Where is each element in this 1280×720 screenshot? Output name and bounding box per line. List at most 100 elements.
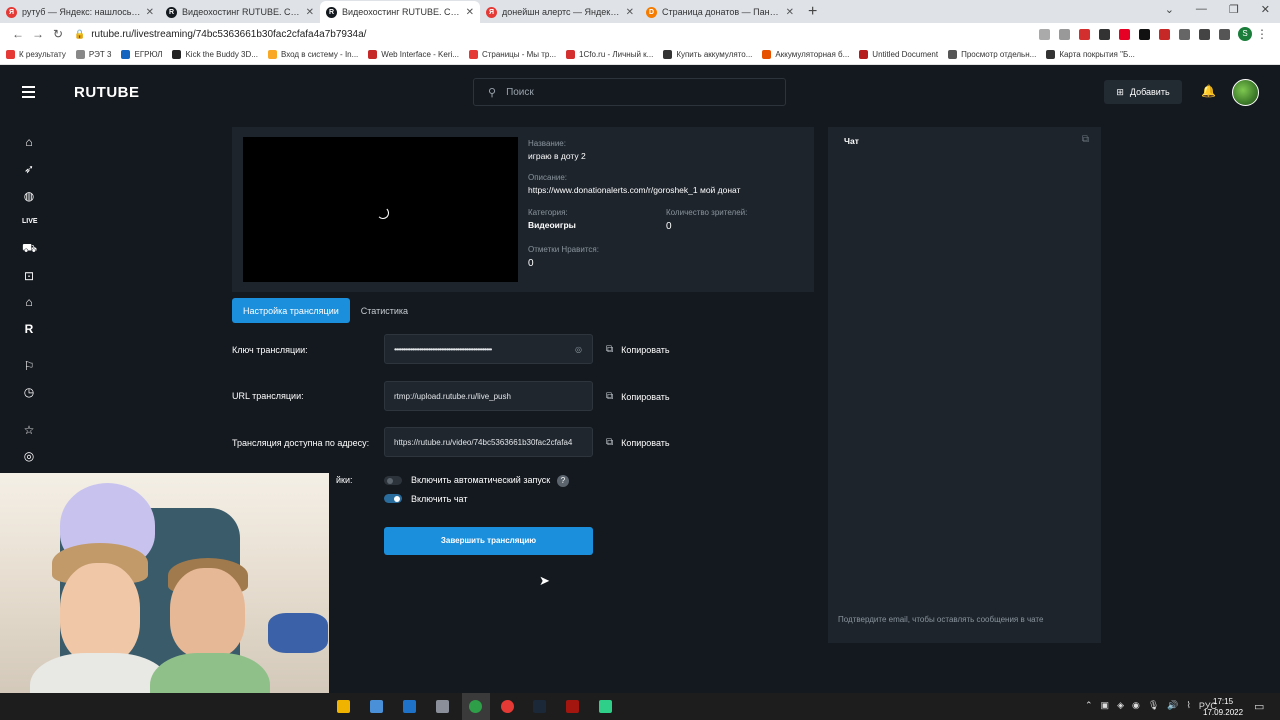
bookmark-item[interactable]: К результату [6,50,66,59]
favorites-star-icon[interactable]: ☆ [22,423,36,437]
menu-icon[interactable] [22,86,35,101]
notifications-icon[interactable]: 🔔 [1201,84,1216,98]
stream-key-field[interactable]: ••••••••••••••••••••••••••••••••••••••••… [384,334,593,364]
bookmark-item[interactable]: 1Cfo.ru - Личный к... [566,50,653,59]
chat-toggle[interactable] [384,494,402,503]
close-tab-icon[interactable]: ✕ [786,7,794,18]
minimize-icon[interactable]: — [1196,3,1207,16]
network-icon[interactable]: ⌇ [1187,700,1191,711]
tray-app-icon[interactable]: ▣ [1101,700,1110,711]
profile-avatar[interactable]: S [1238,27,1252,41]
share-icon[interactable] [1039,28,1050,40]
bookmark-item[interactable]: РЭТ 3 [75,50,112,59]
windows-taskbar: ⌃ ▣ ◈ ◉ 🎙 🔊 ⌇ РУС 17:15 17.09.2022 ▭ [0,693,1280,720]
reload-icon[interactable]: ↻ [48,27,68,41]
channels-icon[interactable]: ◎ [22,449,36,463]
browser-tab[interactable]: Ядонейшн алертс — Яндекс: нашлось ✕ [480,1,640,23]
copy-url-button[interactable]: ⧉ Копировать [606,391,670,402]
dota-icon[interactable] [566,700,579,713]
popout-icon[interactable]: ⧉ [1082,134,1089,145]
title-label: Название: [528,139,566,148]
bookmark-item[interactable]: Web Interface - Keri... [368,50,459,59]
volume-icon[interactable]: 🔊 [1167,700,1178,711]
new-tab-button[interactable]: + [808,1,817,23]
tab-statistics[interactable]: Статистика [350,298,419,323]
restore-icon[interactable]: ❐ [1229,3,1239,16]
sidepanel-icon[interactable] [1219,28,1230,40]
notifications-center-icon[interactable]: ▭ [1254,700,1264,713]
search-input[interactable]: ⚲ Поиск [473,78,786,106]
back-icon[interactable]: ← [8,27,28,41]
yandex-browser-icon[interactable] [501,700,514,713]
bookmark-item[interactable]: Карта покрытия "Б... [1046,50,1135,59]
globe-icon[interactable]: ◍ [22,189,36,203]
rutube-originals-icon[interactable]: R [22,322,36,336]
extension-grid-icon[interactable] [1099,28,1110,40]
tab-search-icon[interactable]: ⌄ [1165,3,1174,16]
bookmark-item[interactable]: Купить аккумулято... [663,50,752,59]
file-explorer-icon[interactable] [337,700,350,713]
user-avatar[interactable] [1232,79,1259,106]
url-field[interactable]: 🔒 rutube.ru/livestreaming/74bc5363661b30… [74,29,1039,40]
star-icon[interactable] [1059,28,1070,40]
mail-icon[interactable] [403,700,416,713]
end-stream-button[interactable]: Завершить трансляцию [384,527,593,555]
bookmark-item[interactable]: Просмотр отдельн... [948,50,1036,59]
discord-icon[interactable] [599,700,612,713]
close-tab-icon[interactable]: ✕ [626,7,634,18]
video-player[interactable] [243,137,518,282]
close-tab-icon[interactable]: ✕ [466,7,474,18]
extension-adblock-icon[interactable] [1079,28,1090,40]
extension-record-icon[interactable] [1159,28,1170,40]
tray-app-icon[interactable]: ◉ [1132,700,1140,711]
help-icon[interactable]: ? [557,475,569,487]
bookmark-item[interactable]: Вход в систему - In... [267,50,358,59]
close-tab-icon[interactable]: ✕ [306,7,314,18]
home-icon[interactable]: ⌂ [22,135,36,149]
browser-tab[interactable]: Ярутуб — Яндекс: нашлось 3 млн ✕ [0,1,160,23]
gamepad-icon[interactable]: ⊡ [22,269,36,283]
car-icon[interactable]: ⛟ [22,241,37,255]
bookmark-item[interactable]: ЕГРЮЛ [121,50,162,59]
bookmark-label: РЭТ 3 [88,50,112,59]
tab-settings[interactable]: Настройка трансляции [232,298,350,323]
bookmark-icon[interactable]: ⚐ [22,359,36,373]
obs-icon[interactable] [436,700,449,713]
close-window-icon[interactable]: ✕ [1261,3,1270,16]
autostart-toggle[interactable] [384,476,402,485]
bookmark-item[interactable]: Untitled Document [859,50,938,59]
education-icon[interactable]: ⌂ [22,295,36,309]
history-icon[interactable]: ◷ [22,385,36,399]
tray-overflow-icon[interactable]: ⌃ [1085,700,1093,711]
browser-tab[interactable]: D Страница донатов — Панель упр ✕ [640,1,800,23]
extensions-puzzle-icon[interactable] [1179,28,1190,40]
copy-address-button[interactable]: ⧉ Копировать [606,437,670,448]
rocket-icon[interactable]: ➶ [22,162,36,176]
browser-menu-icon[interactable]: ⋮ [1252,27,1272,41]
tray-app-icon[interactable]: ◈ [1117,700,1124,711]
taskbar-clock[interactable]: 17:15 17.09.2022 [1203,696,1243,718]
browser-tab[interactable]: R Видеохостинг RUTUBE. Смотрите ✕ [160,1,320,23]
extension-pinterest-icon[interactable] [1119,28,1130,40]
bookmark-item[interactable]: Аккумуляторная б... [762,50,849,59]
tab-favicon-icon: R [326,6,337,18]
copy-key-button[interactable]: ⧉ Копировать [606,344,670,355]
reading-list-icon[interactable] [1199,28,1210,40]
bookmark-item[interactable]: Kick the Buddy 3D... [172,50,258,59]
forward-icon[interactable]: → [28,27,48,41]
close-tab-icon[interactable]: ✕ [146,7,154,18]
chrome-icon[interactable] [469,700,482,713]
browser-tab[interactable]: R Видеохостинг RUTUBE. Смотрите ✕ [320,1,480,23]
stream-url-field[interactable]: rtmp://upload.rutube.ru/live_push [384,381,593,411]
add-button[interactable]: ⊞ Добавить [1104,80,1182,104]
bookmark-item[interactable]: Страницы - Мы тр... [468,50,556,59]
live-icon[interactable]: LIVE [22,215,38,229]
microphone-icon[interactable]: 🎙 [1148,700,1159,711]
stream-address-field[interactable]: https://rutube.ru/video/74bc5363661b30fa… [384,427,593,457]
extension-k-icon[interactable] [1139,28,1150,40]
rutube-logo[interactable]: RUTUBE [74,84,140,101]
bookmark-favicon-icon [6,50,15,59]
show-key-eye-icon[interactable]: ◎ [575,345,582,354]
store-icon[interactable] [370,700,383,713]
steam-icon[interactable] [533,700,546,713]
